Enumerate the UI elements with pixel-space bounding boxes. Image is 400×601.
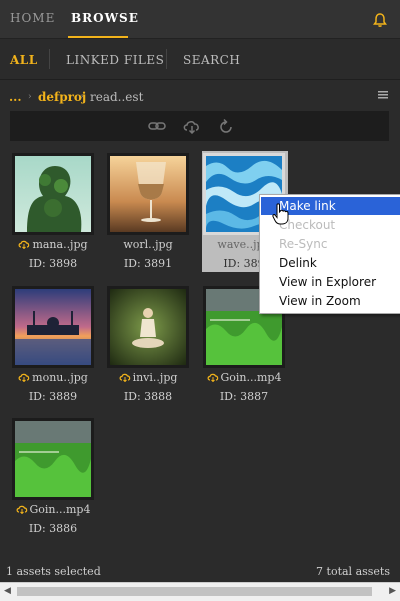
cloud-icon [18, 240, 30, 249]
tab-all[interactable]: ALL [10, 53, 38, 67]
tab-home[interactable]: HOME [10, 11, 55, 25]
scroll-right-arrow-icon[interactable]: ▶ [389, 586, 396, 596]
cloud-icon [18, 373, 30, 382]
status-bar: 1 assets selected 7 total assets [0, 562, 400, 582]
asset-id: ID: 3887 [219, 390, 269, 403]
menu-icon[interactable] [378, 91, 388, 99]
menu-item-re-sync: Re-Sync [279, 237, 328, 251]
asset-filename: mana..jpg [32, 238, 88, 251]
horizontal-scrollbar[interactable]: ◀ ▶ [0, 582, 400, 601]
refresh-icon[interactable] [217, 118, 235, 136]
selected-count: 1 assets selected [6, 565, 101, 578]
divider [166, 49, 167, 69]
scrollbar-thumb[interactable] [17, 587, 372, 596]
divider [49, 49, 50, 69]
thumbnail-image[interactable] [107, 286, 189, 368]
bell-icon[interactable] [372, 12, 388, 28]
breadcrumb-root[interactable]: ... [9, 90, 22, 104]
asset-filename: worl..jpg [123, 238, 173, 251]
active-tab-indicator [68, 36, 128, 38]
menu-item-delink[interactable]: Delink [261, 254, 400, 272]
chevron-right-icon: › [28, 92, 32, 102]
asset-id: ID: 3888 [123, 390, 173, 403]
thumbnail-image[interactable] [12, 418, 94, 500]
sub-nav: ALL LINKED FILES SEARCH [0, 39, 400, 80]
asset-filename: invi..jpg [132, 371, 178, 384]
tab-search[interactable]: SEARCH [183, 53, 240, 67]
asset-id: ID: 3898 [28, 257, 78, 270]
asset-id: ID: 3891 [123, 257, 173, 270]
scroll-left-arrow-icon[interactable]: ◀ [4, 586, 11, 596]
menu-item-view-in-explorer[interactable]: View in Explorer [261, 273, 400, 291]
breadcrumb-current: read..est [90, 90, 144, 104]
asset-filename: monu..jpg [32, 371, 88, 384]
asset-filename: Goin...mp4 [220, 371, 282, 384]
cloud-download-icon[interactable] [182, 118, 202, 134]
asset-filename: Goin...mp4 [29, 503, 91, 516]
hand-cursor-icon [272, 203, 289, 225]
chevron-right-icon: › [80, 92, 84, 102]
asset-id: ID: 3889 [28, 390, 78, 403]
asset-id: ID: 3886 [28, 522, 78, 535]
link-icon[interactable] [148, 118, 166, 134]
cloud-icon [207, 373, 218, 382]
cloud-icon [119, 373, 130, 382]
total-count: 7 total assets [316, 565, 390, 578]
thumbnail-image[interactable] [107, 153, 189, 235]
menu-item-view-in-zoom[interactable]: View in Zoom [261, 292, 400, 310]
breadcrumb-project[interactable]: defproj [38, 90, 86, 104]
action-toolbar [10, 111, 389, 141]
breadcrumb: ... › defproj › read..est [0, 80, 400, 110]
tab-linked-files[interactable]: LINKED FILES [66, 53, 164, 67]
cloud-icon [16, 505, 27, 514]
top-nav: HOME BROWSE [0, 0, 400, 39]
thumbnail-image[interactable] [12, 153, 94, 235]
tab-browse[interactable]: BROWSE [71, 11, 139, 25]
thumbnail-image[interactable] [12, 286, 94, 368]
